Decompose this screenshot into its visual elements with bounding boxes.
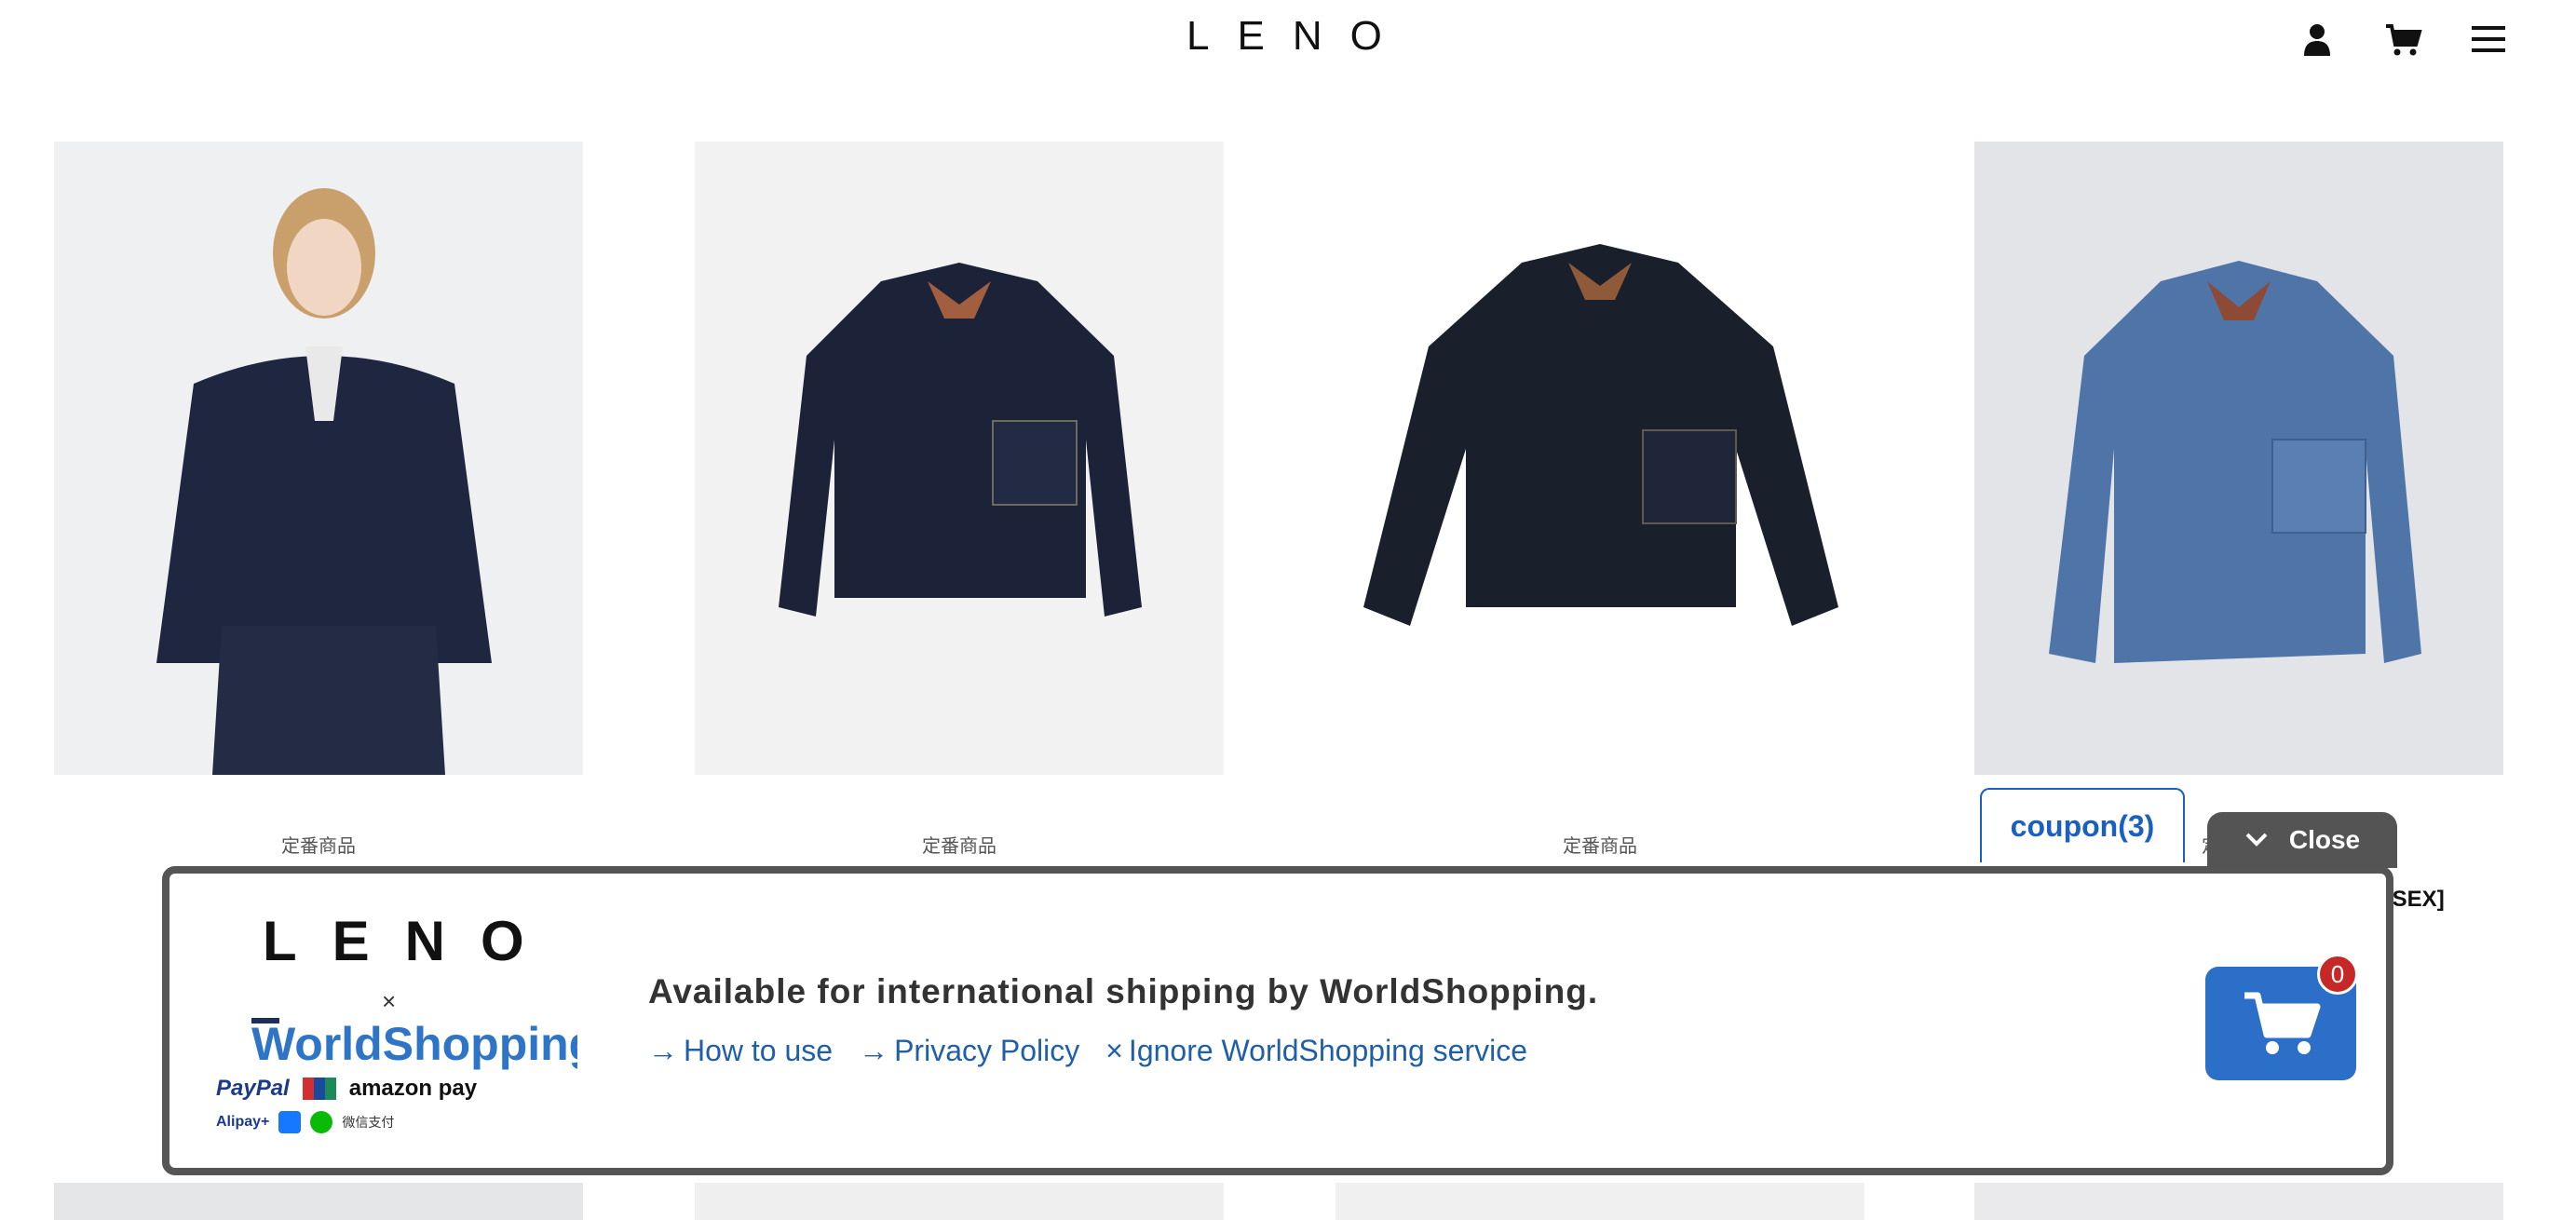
close-label: Close (2288, 825, 2361, 854)
product-image-partial[interactable] (1335, 1183, 1864, 1220)
shopping-cart-icon (2244, 992, 2321, 1054)
worldshopping-logo: WorldShopping (251, 1018, 577, 1070)
site-logo[interactable]: LENO (1186, 13, 1410, 60)
payment-logos: PayPal amazon pay (216, 1073, 477, 1105)
close-icon: × (1105, 1034, 1123, 1067)
menu-icon[interactable] (2468, 19, 2509, 60)
banner-leno-logo: LENO (263, 910, 560, 972)
how-to-use-link[interactable]: → How to use (648, 1034, 833, 1068)
unionpay-icon (302, 1078, 336, 1100)
product-image[interactable] (695, 142, 1224, 775)
paypal-logo: PayPal (216, 1076, 290, 1101)
worldshopping-text: WorldShopping (251, 1018, 577, 1070)
alipay-logo: Alipay+ (216, 1114, 270, 1130)
product-image[interactable] (1335, 142, 1864, 775)
product-image-partial[interactable] (1974, 1183, 2503, 1220)
cart-count-badge: 0 (2317, 954, 2358, 995)
product-card[interactable]: 定番商品 (695, 142, 1224, 858)
amazonpay-logo: amazon pay (348, 1076, 478, 1101)
arrow-right-icon: → (648, 1034, 678, 1067)
wechat-pay-icon (310, 1111, 333, 1133)
privacy-policy-link[interactable]: → Privacy Policy (859, 1034, 1079, 1068)
product-title-partial: ISEX] (2386, 887, 2445, 912)
cart-icon[interactable] (2382, 19, 2423, 60)
product-card[interactable]: 定番商品 (1974, 142, 2503, 858)
close-banner-button[interactable]: Close (2207, 812, 2397, 868)
ignore-service-link[interactable]: × Ignore WorldShopping service (1105, 1034, 1527, 1068)
arrow-right-icon: → (859, 1034, 889, 1067)
chevron-down-icon (2245, 833, 2268, 847)
coupon-button[interactable]: coupon(3) (1980, 788, 2185, 862)
product-tag: 定番商品 (922, 836, 997, 857)
product-image-partial[interactable] (695, 1183, 1224, 1220)
ignore-service-label: Ignore WorldShopping service (1128, 1034, 1528, 1067)
product-image-partial[interactable] (54, 1183, 583, 1220)
privacy-policy-label: Privacy Policy (894, 1034, 1080, 1067)
site-header: LENO (0, 0, 2576, 93)
banner-title: Available for international shipping by … (648, 972, 1599, 1010)
banner-links: → How to use → Privacy Policy × Ignore W… (648, 1034, 1527, 1068)
payment-logos-row2: Alipay+ 微信支付 (216, 1108, 394, 1136)
product-card[interactable]: 定番商品 (54, 142, 583, 858)
product-tag: 定番商品 (281, 836, 356, 857)
alipay-icon (278, 1111, 302, 1133)
how-to-use-label: How to use (684, 1034, 834, 1067)
product-tag: 定番商品 (1563, 836, 1637, 857)
user-icon[interactable] (2297, 19, 2338, 60)
product-card[interactable]: 定番商品 (1335, 142, 1864, 858)
wechat-pay-label: 微信支付 (342, 1115, 395, 1130)
product-image[interactable] (1974, 142, 2503, 775)
product-image[interactable] (54, 142, 583, 775)
worldshopping-banner: LENO × WorldShopping PayPal amazon pay A… (162, 866, 2393, 1175)
